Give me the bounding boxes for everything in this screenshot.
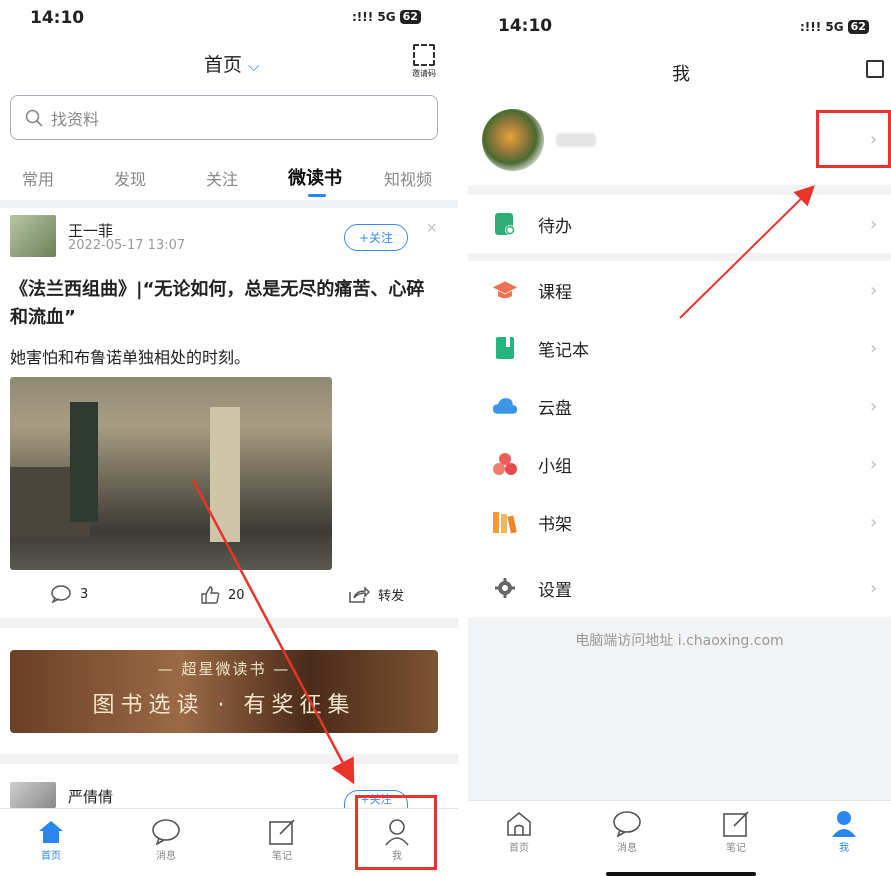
screenshot-stage: 14:10 :!!! 5G 62 首页 ⌵ 邀请码 找资料 常用 发现 关注 微读… <box>0 0 891 876</box>
annotation-arrow <box>679 185 815 319</box>
annotation-arrow <box>191 479 355 785</box>
annotation-arrows <box>191 185 815 785</box>
